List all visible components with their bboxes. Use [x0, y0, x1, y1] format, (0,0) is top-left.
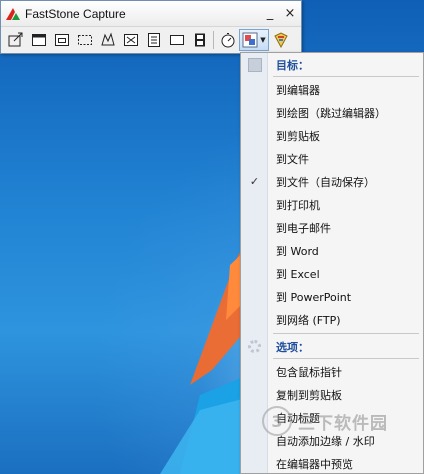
menu-item-label: 到 Word [276, 244, 319, 258]
capture-active-window-button[interactable] [4, 29, 27, 51]
capture-window-object-icon [31, 34, 46, 46]
faststone-capture-window: FastStone Capture _ × ▼ [0, 0, 302, 54]
menu-item-label: 到网络 (FTP) [276, 313, 341, 327]
menu-item-to-powerpoint[interactable]: 到 PowerPoint [241, 285, 423, 308]
menu-divider [273, 76, 419, 77]
window-title: FastStone Capture [25, 6, 126, 21]
capture-freehand-button[interactable] [96, 29, 119, 51]
menu-divider [273, 358, 419, 359]
capture-scrolling-window-button[interactable] [142, 29, 165, 51]
menu-item-copy-to-clipboard[interactable]: 复制到剪贴板 [241, 383, 423, 406]
menu-item-to-clipboard[interactable]: 到剪贴板 [241, 124, 423, 147]
menu-item-include-cursor[interactable]: 包含鼠标指针 [241, 360, 423, 383]
menu-item-label: 自动标题 [276, 411, 320, 425]
options-header-label: 选项： [276, 340, 309, 354]
gear-icon [241, 335, 268, 358]
capture-rectangular-region-button[interactable] [50, 29, 73, 51]
settings-button[interactable] [269, 29, 292, 51]
output-destination-dropdown[interactable]: ▼ [239, 29, 269, 51]
capture-rectangular-region-icon [54, 34, 69, 46]
minimize-button[interactable]: _ [261, 5, 279, 23]
checkmark-icon: ✓ [249, 175, 260, 188]
menu-item-label: 到编辑器 [276, 83, 320, 97]
menu-item-to-ftp[interactable]: 到网络 (FTP) [241, 308, 423, 331]
delay-timer-button[interactable] [216, 29, 239, 51]
menu-item-to-printer[interactable]: 到打印机 [241, 193, 423, 216]
menu-item-label: 到 PowerPoint [276, 290, 352, 304]
menu-item-auto-caption[interactable]: 自动标题 [241, 406, 423, 429]
capture-window-object-button[interactable] [27, 29, 50, 51]
capture-fullscreen-icon [123, 34, 138, 46]
menu-item-label: 复制到剪贴板 [276, 388, 342, 402]
menu-item-to-editor[interactable]: 到编辑器 [241, 78, 423, 101]
menu-item-to-word[interactable]: 到 Word [241, 239, 423, 262]
settings-icon [273, 32, 288, 48]
delay-timer-icon [221, 33, 234, 48]
destination-tile-icon [241, 53, 268, 76]
chevron-down-icon: ▼ [260, 36, 266, 44]
menu-item-label: 自动添加边缘 / 水印 [276, 434, 375, 448]
menu-item-to-email[interactable]: 到电子邮件 [241, 216, 423, 239]
capture-freehand-region-button[interactable] [73, 29, 96, 51]
menu-item-to-paint[interactable]: 到绘图（跳过编辑器） [241, 101, 423, 124]
menu-item-auto-edge-watermark[interactable]: 自动添加边缘 / 水印 [241, 429, 423, 452]
menu-item-to-file[interactable]: 到文件 [241, 147, 423, 170]
capture-active-window-icon [8, 32, 22, 47]
capture-fullscreen-button[interactable] [119, 29, 142, 51]
menu-item-to-excel[interactable]: 到 Excel [241, 262, 423, 285]
output-destination-menu: 目标： 到编辑器 到绘图（跳过编辑器） 到剪贴板 到文件 ✓ 到文件（自动保存）… [240, 52, 424, 474]
capture-toolbar: ▼ [1, 27, 301, 53]
menu-divider [273, 333, 419, 334]
output-destination-icon [242, 32, 258, 48]
menu-header-options: 选项： [241, 335, 423, 358]
menu-item-label: 到电子邮件 [276, 221, 331, 235]
menu-item-label: 包含鼠标指针 [276, 365, 342, 379]
capture-scrolling-window-icon [147, 33, 160, 47]
menu-item-to-file-autosave[interactable]: ✓ 到文件（自动保存） [241, 170, 423, 193]
capture-freehand-icon [100, 32, 115, 46]
menu-header-destination: 目标： [241, 53, 423, 76]
menu-item-label: 到文件（自动保存） [276, 175, 375, 189]
menu-item-label: 在编辑器中预览 [276, 457, 353, 471]
menu-item-label: 到 Excel [276, 267, 320, 281]
destination-header-label: 目标： [276, 58, 309, 72]
menu-item-label: 到绘图（跳过编辑器） [276, 106, 386, 120]
menu-item-label: 到打印机 [276, 198, 320, 212]
capture-freehand-region-icon [77, 35, 92, 45]
capture-fixed-region-button[interactable] [165, 29, 188, 51]
screen-recorder-button[interactable] [188, 29, 211, 51]
screen-recorder-icon [194, 33, 205, 47]
menu-item-preview-in-editor[interactable]: 在编辑器中预览 [241, 452, 423, 473]
toolbar-separator [213, 31, 214, 49]
menu-item-label: 到文件 [276, 152, 309, 166]
capture-fixed-region-icon [169, 35, 184, 45]
title-bar[interactable]: FastStone Capture _ × [1, 1, 301, 27]
menu-item-label: 到剪贴板 [276, 129, 320, 143]
faststone-logo-icon [5, 6, 21, 22]
close-button[interactable]: × [281, 5, 299, 23]
